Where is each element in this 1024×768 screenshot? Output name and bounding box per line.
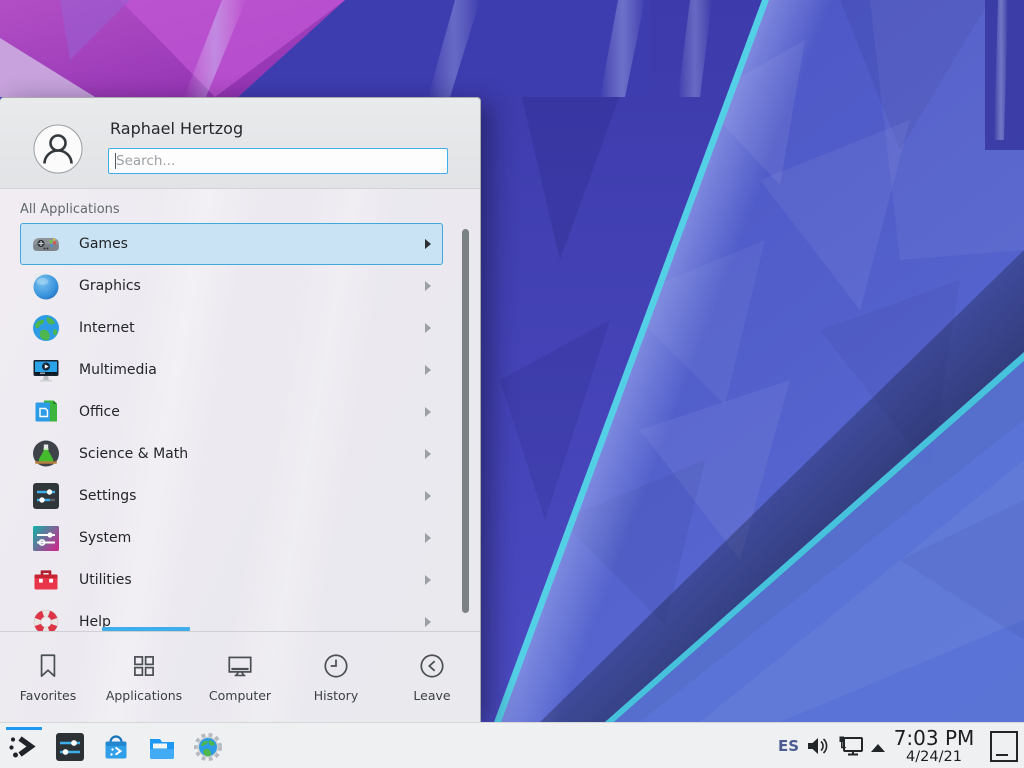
category-list: Games Graphics xyxy=(0,223,480,631)
taskbar-panel: ES 7:03 PM 4/24/21 xyxy=(0,722,1024,768)
application-launcher-button[interactable] xyxy=(6,730,42,764)
list-scrollbar[interactable] xyxy=(462,229,469,613)
discover-bag-icon xyxy=(100,731,132,763)
speaker-icon xyxy=(806,735,830,757)
submenu-arrow-icon xyxy=(425,491,431,501)
section-label: All Applications xyxy=(20,202,120,217)
network-icon xyxy=(838,735,864,757)
tab-label: Leave xyxy=(413,688,450,703)
lifebuoy-icon xyxy=(30,606,62,631)
search-input[interactable] xyxy=(108,148,448,174)
show-desktop-button[interactable] xyxy=(990,731,1018,762)
network-tray-item[interactable] xyxy=(838,735,862,757)
tab-label: Applications xyxy=(106,688,182,703)
tab-label: History xyxy=(314,688,358,703)
submenu-arrow-icon xyxy=(425,617,431,627)
category-row-settings[interactable]: Settings xyxy=(20,475,443,517)
clock-time: 7:03 PM xyxy=(886,727,982,749)
bookmark-icon xyxy=(33,651,63,681)
globe-gear-icon xyxy=(192,731,224,763)
user-name: Raphael Hertzog xyxy=(110,119,243,138)
category-label: System xyxy=(79,530,131,546)
category-row-multimedia[interactable]: Multimedia xyxy=(20,349,443,391)
documents-icon xyxy=(30,396,62,428)
discover-task[interactable] xyxy=(100,731,132,763)
submenu-arrow-icon xyxy=(425,239,431,249)
sliders-dark-icon xyxy=(30,480,62,512)
tab-label: Favorites xyxy=(20,688,76,703)
category-label: Science & Math xyxy=(79,446,188,462)
system-settings-task[interactable] xyxy=(54,731,86,763)
leave-icon xyxy=(417,651,447,681)
category-label: Utilities xyxy=(79,572,132,588)
category-label: Games xyxy=(79,236,128,252)
category-label: Settings xyxy=(79,488,136,504)
tab-label: Computer xyxy=(209,688,271,703)
launcher-tab-bar: Favorites Applications xyxy=(0,632,480,722)
category-row-system[interactable]: System xyxy=(20,517,443,559)
application-launcher-menu: Raphael Hertzog All Applications xyxy=(0,97,481,722)
clock-icon xyxy=(321,651,351,681)
digital-clock[interactable]: 7:03 PM 4/24/21 xyxy=(886,727,982,765)
clock-date: 4/24/21 xyxy=(886,749,982,765)
active-task-indicator xyxy=(6,727,42,730)
tab-applications[interactable]: Applications xyxy=(96,632,192,722)
category-row-utilities[interactable]: Utilities xyxy=(20,559,443,601)
category-label: Internet xyxy=(79,320,135,336)
category-row-graphics[interactable]: Graphics xyxy=(20,265,443,307)
tab-computer[interactable]: Computer xyxy=(192,632,288,722)
submenu-arrow-icon xyxy=(425,533,431,543)
caret-up-icon xyxy=(869,742,887,754)
settings-sliders-icon xyxy=(54,731,86,763)
tab-leave[interactable]: Leave xyxy=(384,632,480,722)
category-row-science-math[interactable]: Science & Math xyxy=(20,433,443,475)
user-avatar[interactable] xyxy=(33,124,83,174)
submenu-arrow-icon xyxy=(425,323,431,333)
category-label: Graphics xyxy=(79,278,141,294)
grid-icon xyxy=(129,651,159,681)
category-row-games[interactable]: Games xyxy=(20,223,443,265)
show-desktop-glyph xyxy=(996,754,1008,756)
kicker-icon xyxy=(6,732,38,764)
tab-history[interactable]: History xyxy=(288,632,384,722)
category-row-help[interactable]: Help xyxy=(20,601,443,631)
gamepad-icon xyxy=(30,228,62,260)
submenu-arrow-icon xyxy=(425,281,431,291)
keyboard-layout-indicator[interactable]: ES xyxy=(778,737,799,755)
sphere-icon xyxy=(30,270,62,302)
file-manager-task[interactable] xyxy=(146,731,178,763)
globe-icon xyxy=(30,312,62,344)
desktop: Raphael Hertzog All Applications xyxy=(0,0,1024,768)
toolbox-icon xyxy=(30,564,62,596)
tab-favorites[interactable]: Favorites xyxy=(0,632,96,722)
category-row-office[interactable]: Office xyxy=(20,391,443,433)
search-field-wrap xyxy=(108,148,448,174)
category-label: Multimedia xyxy=(79,362,157,378)
submenu-arrow-icon xyxy=(425,575,431,585)
web-browser-task[interactable] xyxy=(192,731,224,763)
volume-tray-item[interactable] xyxy=(806,735,830,757)
monitor-play-icon xyxy=(30,354,62,386)
flask-icon xyxy=(30,438,62,470)
submenu-arrow-icon xyxy=(425,449,431,459)
category-row-internet[interactable]: Internet xyxy=(20,307,443,349)
folder-icon xyxy=(146,731,178,763)
sliders-color-icon xyxy=(30,522,62,554)
submenu-arrow-icon xyxy=(425,407,431,417)
submenu-arrow-icon xyxy=(425,365,431,375)
launcher-header: Raphael Hertzog xyxy=(0,98,480,189)
text-caret xyxy=(115,153,116,169)
category-label: Office xyxy=(79,404,120,420)
active-tab-indicator xyxy=(102,627,190,631)
computer-icon xyxy=(225,651,255,681)
